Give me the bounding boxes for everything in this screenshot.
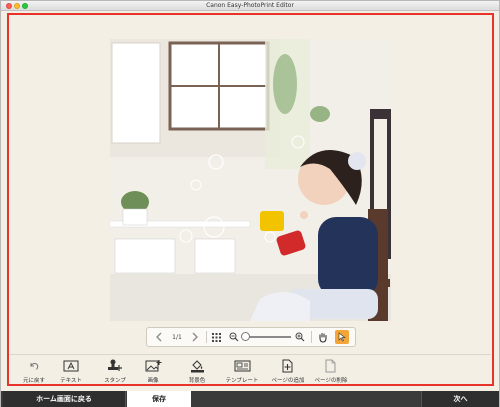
grid-icon [211,332,221,342]
chevron-right-icon [192,332,198,342]
editor-area: 1/1 元に戻す テキスト スタンプ 画像 背景色 テンプレート ページの追加 … [1,12,499,391]
zoom-out-button[interactable] [227,328,241,346]
template-button[interactable]: テンプレート [217,358,267,386]
background-color-label: 背景色 [188,378,206,384]
template-label: テンプレート [225,378,259,384]
text-icon [63,360,79,371]
stamp-icon [108,359,122,371]
delete-page-label: ページの削除 [314,378,348,384]
zoom-slider[interactable] [243,336,291,338]
title-bar: Canon Easy-PhotoPrint Editor [1,1,499,11]
page-list-button[interactable] [208,328,224,346]
hand-icon [319,332,327,343]
background-color-button[interactable]: 背景色 [172,358,222,386]
next-page-button[interactable] [187,328,203,346]
template-icon [234,360,250,371]
delete-page-button[interactable]: ページの削除 [306,358,356,386]
zoom-in-button[interactable] [293,328,307,346]
text-label: テキスト [60,378,82,384]
return-home-button[interactable]: ホーム画面に戻る [3,391,126,407]
edit-toolbar: 元に戻す テキスト スタンプ 画像 背景色 テンプレート ページの追加 ページの… [9,354,491,384]
previous-page-button[interactable] [151,328,167,346]
image-label: 画像 [147,378,159,384]
photo-canvas[interactable] [110,39,391,321]
select-tool-button[interactable] [335,330,349,344]
background-color-icon [190,359,204,372]
zoom-out-icon [229,332,239,342]
bottom-bar: ホーム画面に戻る 保存 次へ [1,391,499,407]
hand-tool-button[interactable] [315,328,331,346]
window-title: Canon Easy-PhotoPrint Editor [206,2,294,9]
image-icon [145,360,161,372]
pointer-arrow-icon [338,332,346,342]
chevron-left-icon [156,332,162,342]
zoom-in-icon [295,332,305,342]
divider [206,331,207,343]
save-button[interactable]: 保存 [127,391,191,407]
next-button[interactable]: 次へ [421,391,499,407]
add-page-icon [282,359,293,372]
divider [311,331,312,343]
page-nav-bar: 1/1 [146,327,356,347]
delete-page-icon [325,359,336,372]
undo-icon [30,362,39,370]
app-window: Canon Easy-PhotoPrint Editor 1/1 元に戻す テキ… [0,0,500,407]
page-indicator: 1/1 [172,333,182,341]
text-button[interactable]: テキスト [46,358,96,386]
photo-image [110,39,391,321]
zoom-slider-handle[interactable] [241,332,250,341]
image-button[interactable]: 画像 [128,358,178,386]
